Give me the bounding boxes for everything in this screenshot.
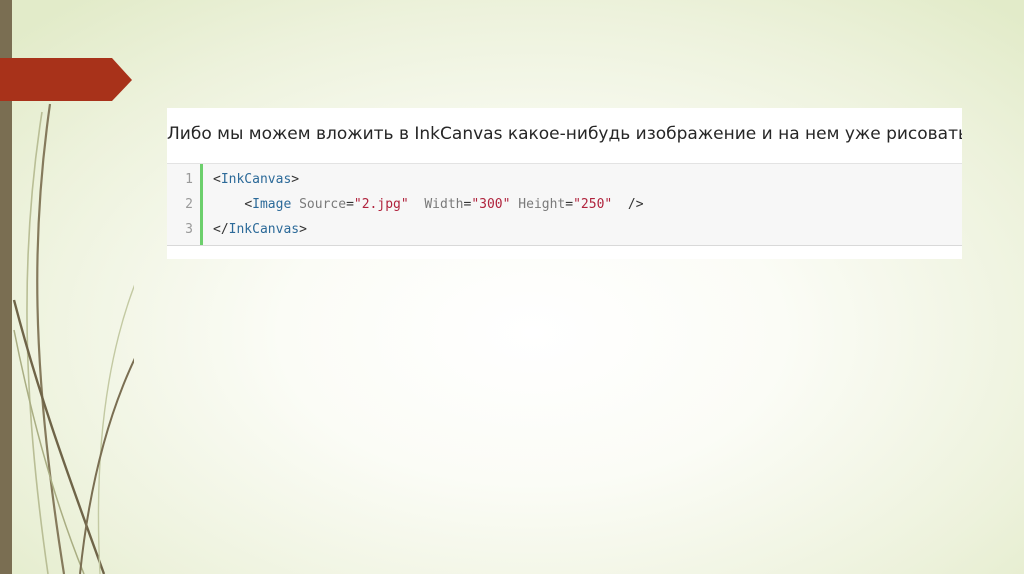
- code-attr-value: "300": [471, 197, 511, 212]
- ribbon-curve-4: [13, 329, 85, 574]
- ribbon-curve-6: [79, 357, 134, 574]
- code-punct: >: [291, 172, 300, 187]
- code-punct: =: [346, 197, 354, 212]
- code-attr-name: Width: [408, 197, 464, 212]
- ribbon-curve-5: [97, 284, 134, 574]
- ribbon-curve-1: [36, 103, 66, 574]
- ribbon-curve-2: [26, 111, 49, 574]
- code-punct: <: [213, 172, 221, 187]
- code-punct: />: [612, 197, 644, 212]
- code-attr-name: Source: [291, 197, 347, 212]
- line-number: 2: [185, 197, 193, 212]
- code-attr-value: "250": [573, 197, 613, 212]
- code-punct: <: [244, 197, 253, 212]
- code-attr-value: "2.jpg": [353, 197, 409, 212]
- code-snippet-panel: Либо мы можем вложить в InkCanvas какое-…: [167, 108, 962, 259]
- code-line-2: <Image Source="2.jpg" Width="300" Height…: [213, 192, 644, 217]
- line-number: 1: [185, 172, 193, 187]
- code-punct: =: [565, 197, 574, 212]
- code-tag: InkCanvas: [220, 172, 292, 187]
- arrow-banner: [0, 58, 132, 101]
- code-line-3: </InkCanvas>: [213, 217, 307, 242]
- code-punct: >: [299, 222, 307, 237]
- decorative-ribbon: [0, 58, 134, 574]
- gutter-highlight-bar: [200, 164, 203, 245]
- code-punct: </: [213, 222, 229, 237]
- code-tag: InkCanvas: [228, 222, 300, 237]
- code-line-1: <InkCanvas>: [213, 167, 299, 192]
- line-number-gutter: 1 2 3: [167, 164, 200, 245]
- left-accent-bar: [0, 0, 12, 574]
- code-attr-name: Height: [510, 197, 566, 212]
- code-block: 1 2 3 <InkCanvas> <Image Source="2.jpg" …: [167, 163, 962, 246]
- ribbon-curve-3: [12, 299, 106, 574]
- intro-text: Либо мы можем вложить в InkCanvas какое-…: [167, 124, 962, 144]
- code-tag: Image: [252, 197, 292, 212]
- line-number: 3: [185, 222, 193, 237]
